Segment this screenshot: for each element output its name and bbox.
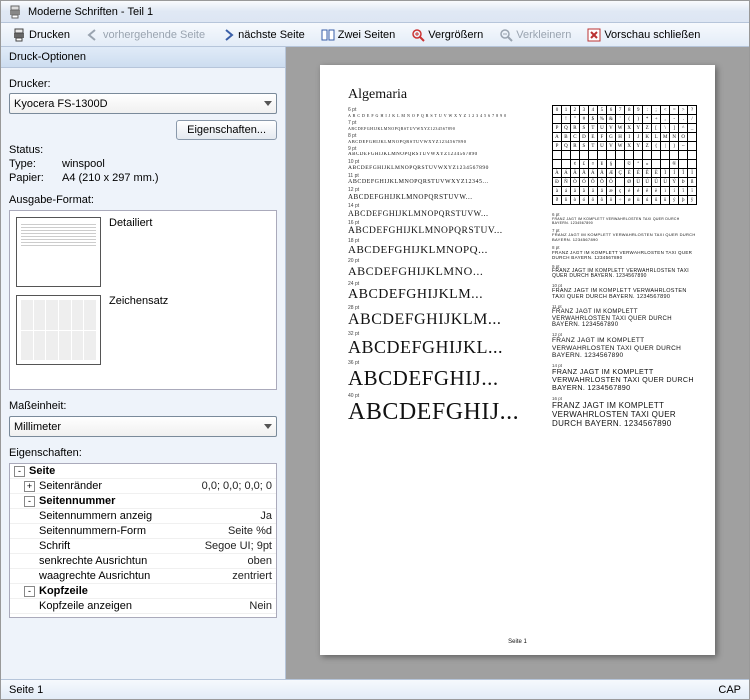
tree-value: oben: [248, 555, 272, 567]
status-label: Status:: [9, 144, 54, 156]
tree-key: waagrechte Ausrichtun: [39, 570, 232, 582]
tree-key: Kopfzeile anzeigen: [39, 600, 249, 612]
font-name: Algemaria: [348, 87, 697, 103]
zoom-out-icon: [499, 28, 513, 42]
format-label-charset: Zeichensatz: [109, 295, 168, 307]
expand-toggle[interactable]: -: [24, 586, 35, 597]
zoom-in-icon: [411, 28, 425, 42]
tree-row[interactable]: SchriftSegoe UI; 9pt: [10, 539, 276, 554]
preview-page: Algemaria 0123456789:;<=>?!"#$%&'()*+,-.…: [320, 65, 715, 655]
tree-row[interactable]: + Seitenränder0,0; 0,0; 0,0; 0: [10, 479, 276, 494]
tree-key: senkrechte Ausrichtun: [39, 555, 248, 567]
two-pages-icon: [321, 28, 335, 42]
tree-key: Seitennummern anzeig: [39, 510, 260, 522]
arrow-right-icon: [221, 28, 235, 42]
paper-value: A4 (210 x 297 mm.): [62, 172, 159, 184]
print-button[interactable]: Drucken: [5, 25, 77, 45]
zoom-in-button[interactable]: Vergrößern: [404, 25, 490, 45]
printer-select[interactable]: Kyocera FS-1300D: [9, 93, 277, 114]
paper-label: Papier:: [9, 172, 54, 184]
close-icon: [587, 28, 601, 42]
two-pages-button[interactable]: Zwei Seiten: [314, 25, 402, 45]
page-number: Seite 1: [320, 639, 715, 645]
tree-value: Seite %d: [228, 525, 272, 537]
tree-row[interactable]: waagrechte Ausrichtunzentriert: [10, 569, 276, 584]
tree-row[interactable]: Seitennummern-FormSeite %d: [10, 524, 276, 539]
unit-select[interactable]: Millimeter: [9, 416, 277, 437]
tree-row[interactable]: -Seitennummer: [10, 494, 276, 509]
arrow-left-icon: [86, 28, 100, 42]
printer-icon: [12, 28, 26, 42]
tree-key: Schrift: [39, 540, 205, 552]
window-title: Moderne Schriften - Teil 1: [28, 6, 153, 18]
tree-row[interactable]: senkrechte Ausrichtunoben: [10, 554, 276, 569]
status-page: Seite 1: [9, 684, 43, 696]
toolbar: Drucken vorhergehende Seite nächste Seit…: [1, 23, 749, 47]
app-window: Moderne Schriften - Teil 1 Drucken vorhe…: [0, 0, 750, 700]
props-tree-label: Eigenschaften:: [9, 447, 277, 459]
prev-page-button[interactable]: vorhergehende Seite: [79, 25, 212, 45]
zoom-out-button[interactable]: Verkleinern: [492, 25, 578, 45]
title-bar: Moderne Schriften - Teil 1: [1, 1, 749, 23]
type-value: winspool: [62, 158, 105, 170]
sidebar: Druck-Optionen Drucker: Kyocera FS-1300D…: [1, 47, 286, 679]
tree-row[interactable]: Kopfzeile anzeigenNein: [10, 599, 276, 614]
close-preview-button[interactable]: Vorschau schließen: [580, 25, 707, 45]
printer-label: Drucker:: [9, 78, 277, 90]
tree-key: Kopfzeile: [39, 585, 272, 597]
chevron-down-icon: [264, 101, 272, 106]
preview-pane[interactable]: Algemaria 0123456789:;<=>?!"#$%&'()*+,-.…: [286, 47, 749, 679]
tree-value: zentriert: [232, 570, 272, 582]
size-samples: 6 ptA B C D E F G H I J K L M N O P Q R …: [348, 105, 548, 428]
tree-key: Seitennummer: [39, 495, 272, 507]
next-page-button[interactable]: nächste Seite: [214, 25, 312, 45]
expand-toggle[interactable]: -: [14, 466, 25, 477]
tree-row[interactable]: -Seite: [10, 464, 276, 479]
unit-label: Maßeinheit:: [9, 400, 277, 412]
charset-grid: 0123456789:;<=>?!"#$%&'()*+,-./PQRSTUVWX…: [552, 105, 697, 205]
tree-value: Segoe UI; 9pt: [205, 540, 272, 552]
properties-tree[interactable]: -Seite+Seitenränder0,0; 0,0; 0,0; 0-Seit…: [9, 463, 277, 618]
tree-key: Seitennummern-Form: [39, 525, 228, 537]
expand-toggle[interactable]: +: [24, 481, 35, 492]
output-format-label: Ausgabe-Format:: [9, 194, 277, 206]
sentence-samples: 6 ptFRANZ JAGT IM KOMPLETT VERWAHRLOSTEN…: [552, 209, 697, 431]
app-icon: [7, 4, 23, 20]
tree-row[interactable]: Seitennummern anzeigJa: [10, 509, 276, 524]
chevron-down-icon: [264, 424, 272, 429]
tree-key: Seitenränder: [39, 480, 202, 492]
status-bar: Seite 1 CAP: [1, 679, 749, 699]
type-label: Type:: [9, 158, 54, 170]
format-option-charset[interactable]: [16, 295, 101, 365]
output-format-grid: Detailiert Zeichensatz: [9, 210, 277, 390]
expand-toggle[interactable]: -: [24, 496, 35, 507]
tree-value: 0,0; 0,0; 0,0; 0: [202, 480, 272, 492]
tree-key: Seite: [29, 465, 272, 477]
status-caps: CAP: [718, 684, 741, 696]
properties-button[interactable]: Eigenschaften...: [176, 120, 277, 140]
format-option-detailed[interactable]: [16, 217, 101, 287]
sidebar-header: Druck-Optionen: [1, 47, 285, 68]
tree-row[interactable]: -Kopfzeile: [10, 584, 276, 599]
tree-value: Nein: [249, 600, 272, 612]
format-label-detailed: Detailiert: [109, 217, 152, 229]
tree-value: Ja: [260, 510, 272, 522]
